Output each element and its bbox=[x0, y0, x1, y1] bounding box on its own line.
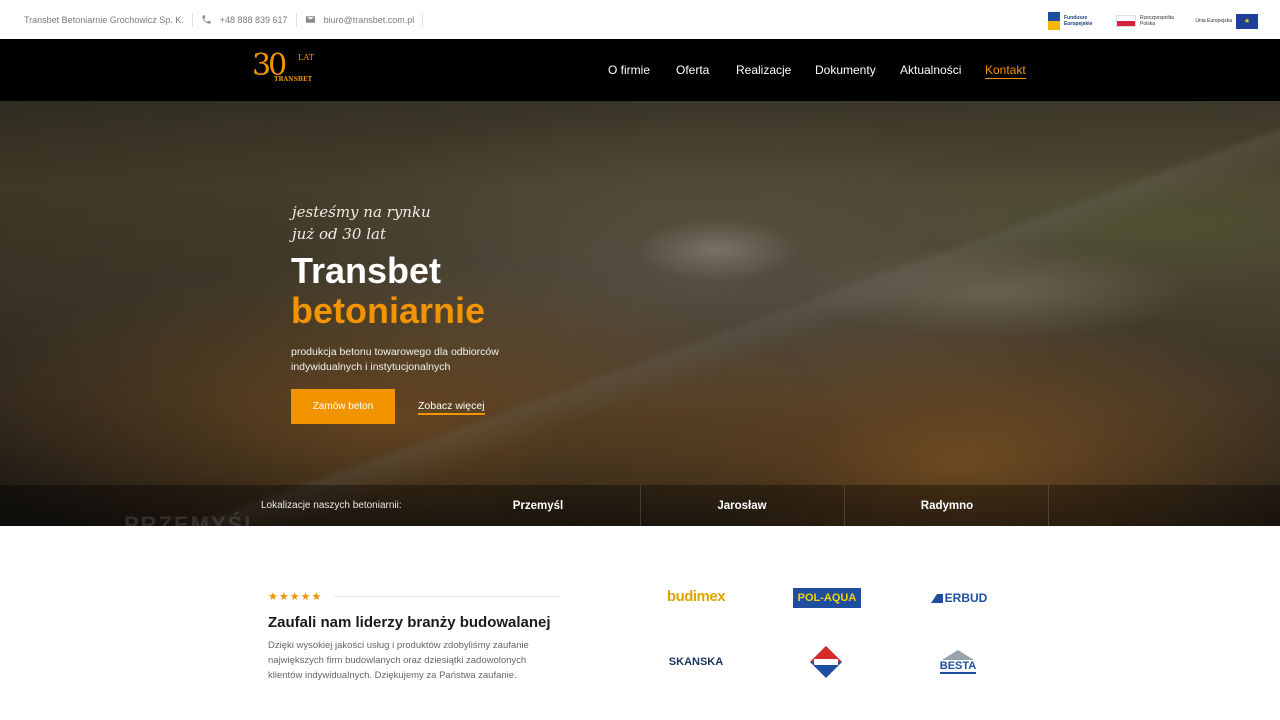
nav-item-kontakt[interactable]: Kontakt bbox=[985, 63, 1026, 79]
nav-item-dokumenty[interactable]: Dokumenty bbox=[815, 63, 876, 77]
email-link[interactable]: biuro@transbet.com.pl bbox=[305, 14, 415, 25]
erbud-logo-text: ERBUD bbox=[944, 591, 988, 605]
pl-logo-text: Rzeczpospolita Polska bbox=[1140, 15, 1174, 27]
eu-flag-icon: ★ bbox=[1236, 13, 1258, 29]
erbud-mark-icon bbox=[930, 593, 943, 603]
pol-aqua-logo: POL-AQUA bbox=[793, 588, 861, 608]
budimex-logo: budimex bbox=[666, 587, 726, 605]
mail-icon bbox=[305, 16, 315, 23]
besta-logo-text: BESTA bbox=[939, 660, 977, 674]
divider bbox=[422, 12, 424, 27]
phone-icon bbox=[202, 15, 211, 24]
fundusze-europejskie-logo[interactable]: Fundusze Europejskie bbox=[1048, 12, 1102, 30]
divider bbox=[191, 12, 193, 27]
company-name: Transbet Betoniarnie Grochowicz Sp. K. bbox=[24, 14, 184, 25]
order-concrete-button[interactable]: Zamów beton bbox=[291, 389, 395, 424]
location-radymno[interactable]: Radymno bbox=[845, 485, 1049, 526]
fe-logo-text: Fundusze Europejskie bbox=[1064, 15, 1093, 27]
trust-text: Dzięki wysokiej jakości usług i produktó… bbox=[268, 640, 529, 681]
hero-script-line-1: jesteśmy na rynku bbox=[292, 203, 431, 221]
nav-item-oferta[interactable]: Oferta bbox=[676, 63, 709, 77]
erbud-logo: ERBUD bbox=[924, 590, 994, 606]
top-bar: Transbet Betoniarnie Grochowicz Sp. K. +… bbox=[0, 0, 1280, 39]
nav-item-realizacje[interactable]: Realizacje bbox=[736, 63, 791, 77]
locations-ghost-text: PRZEMYŚL bbox=[124, 512, 260, 537]
nav-item-o-firmie[interactable]: O firmie bbox=[608, 63, 650, 77]
funding-logos: Fundusze Europejskie Rzeczpospolita Pols… bbox=[1048, 10, 1258, 32]
hero-script-text: jesteśmy na rynku już od 30 lat bbox=[292, 201, 431, 245]
nav-item-aktualnosci[interactable]: Aktualności bbox=[900, 63, 961, 77]
trust-title: Zaufali nam liderzy branży budowalanej bbox=[268, 614, 551, 631]
phone-link[interactable]: +48 888 839 617 bbox=[201, 14, 288, 25]
fe-mark-icon bbox=[1048, 12, 1060, 30]
unia-europejska-logo[interactable]: Unia Europejska ★ bbox=[1194, 13, 1258, 29]
hero-title-line-1: Transbet bbox=[291, 250, 442, 291]
hero-script-line-2: już od 30 lat bbox=[292, 225, 387, 243]
divider bbox=[295, 12, 297, 27]
locations-label: Lokalizacje naszych betoniarnii: bbox=[261, 500, 402, 511]
location-jaroslaw[interactable]: Jarosław bbox=[640, 485, 844, 526]
besta-roof-icon bbox=[942, 650, 974, 660]
hero-overlay bbox=[0, 101, 1280, 526]
phone-number: +48 888 839 617 bbox=[219, 14, 288, 25]
poland-flag-icon bbox=[1116, 15, 1136, 27]
rating-stars: ★★★★★ bbox=[268, 591, 323, 603]
skanska-logo: SKANSKA bbox=[668, 656, 724, 668]
rzeczpospolita-logo[interactable]: Rzeczpospolita Polska bbox=[1116, 15, 1180, 27]
hero-section: jesteśmy na rynku już od 30 lat Transbet… bbox=[0, 101, 1280, 526]
main-navigation: 30 LAT TRANSBET O firmie Oferta Realizac… bbox=[0, 39, 1280, 101]
location-przemysl[interactable]: Przemyśl bbox=[436, 485, 640, 526]
inzynieria-logo bbox=[808, 644, 844, 680]
locations-strip: PRZEMYŚL Lokalizacje naszych betoniarnii… bbox=[0, 485, 1280, 537]
email-address: biuro@transbet.com.pl bbox=[323, 14, 415, 25]
divider bbox=[334, 596, 560, 597]
see-more-link[interactable]: Zobacz więcej bbox=[418, 400, 485, 415]
eu-logo-text: Unia Europejska bbox=[1195, 18, 1232, 24]
hero-title-line-2: betoniarnie bbox=[291, 290, 486, 331]
besta-logo: BESTA bbox=[934, 648, 982, 676]
inzynieria-mark-icon bbox=[810, 646, 842, 678]
contact-bar: Transbet Betoniarnie Grochowicz Sp. K. +… bbox=[24, 0, 431, 39]
nav-menu: O firmie Oferta Realizacje Dokumenty Akt… bbox=[0, 39, 1280, 101]
hero-lead: produkcja betonu towarowego dla odbiorcó… bbox=[291, 346, 499, 373]
divider bbox=[1048, 485, 1049, 526]
